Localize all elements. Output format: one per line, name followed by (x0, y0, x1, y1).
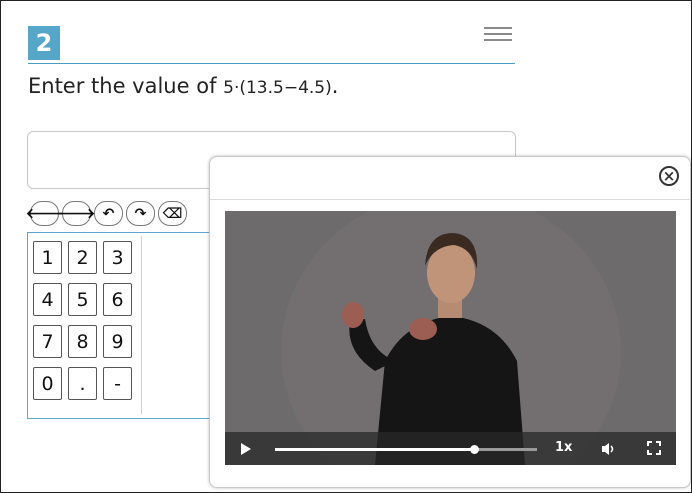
sign-language-video[interactable]: 1x (225, 211, 676, 465)
key-5[interactable]: 5 (68, 283, 97, 316)
sign-language-video-panel: × 1x (209, 156, 691, 488)
seek-progress (275, 448, 475, 451)
keypad-divider (141, 236, 142, 414)
key-7[interactable]: 7 (33, 325, 62, 358)
volume-icon[interactable] (601, 442, 617, 456)
key-9[interactable]: 9 (103, 325, 132, 358)
key-1[interactable]: 1 (33, 241, 62, 274)
arrow-right-icon[interactable]: 🡒 (58, 201, 95, 226)
key-3[interactable]: 3 (103, 241, 132, 274)
close-icon[interactable]: × (659, 166, 679, 186)
arrow-left-icon[interactable]: 🡐 (26, 201, 63, 226)
key-0[interactable]: 0 (33, 367, 62, 400)
play-icon[interactable] (241, 443, 251, 455)
video-frame-image (225, 211, 676, 465)
key-4[interactable]: 4 (33, 283, 62, 316)
key-negative[interactable]: - (103, 367, 132, 400)
undo-icon[interactable]: ↶ (94, 201, 123, 226)
backspace-icon[interactable]: ⌫ (158, 201, 187, 226)
fullscreen-icon[interactable] (647, 441, 661, 455)
question-number: 2 (28, 26, 60, 60)
seek-bar[interactable] (275, 445, 537, 454)
playback-speed-button[interactable]: 1x (555, 440, 572, 455)
menu-icon[interactable] (484, 27, 512, 41)
redo-icon[interactable]: ↷ (126, 201, 155, 226)
header-divider (28, 63, 515, 64)
keypad-panel: 1 2 3 4 5 6 7 8 9 0 . - (27, 232, 219, 419)
key-2[interactable]: 2 (68, 241, 97, 274)
equation-toolbar: 🡐 🡒 ↶ ↷ ⌫ (26, 201, 187, 226)
prompt-suffix: . (331, 74, 339, 98)
prompt-prefix: Enter the value of (28, 74, 224, 98)
key-8[interactable]: 8 (68, 325, 97, 358)
question-prompt: Enter the value of 5·(13.5−4.5). (28, 74, 338, 98)
math-expression: 5·(13.5−4.5) (223, 78, 332, 98)
video-controls: 1x (225, 432, 676, 465)
seek-handle[interactable] (470, 445, 480, 454)
key-decimal[interactable]: . (68, 367, 97, 400)
key-6[interactable]: 6 (103, 283, 132, 316)
video-panel-header: × (210, 157, 690, 200)
number-keypad: 1 2 3 4 5 6 7 8 9 0 . - (33, 241, 132, 400)
